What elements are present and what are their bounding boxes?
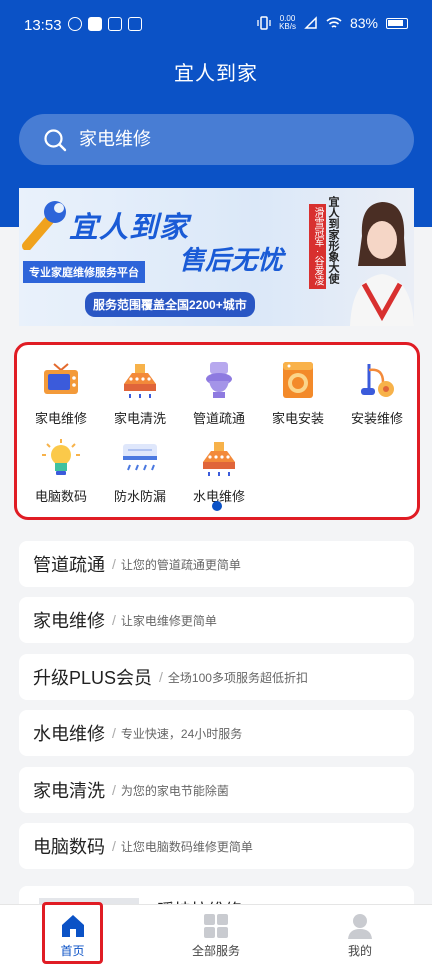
category-label: 防水防漏 [113,489,166,504]
service-name: 家电清洗 [33,781,105,801]
category-label: 家电安装 [271,411,324,426]
category-install-repair[interactable]: 安装维修 [338,360,416,427]
mail-icon [108,17,122,31]
separator: / [112,725,116,741]
tab-profile[interactable]: 我的 [330,905,390,964]
category-plumbing-electrical[interactable]: 水电维修 [180,438,258,505]
service-card[interactable]: 水电维修 / 专业快速，24小时服务 [19,710,414,756]
cellular-x-icon [304,16,317,29]
tab-all-services[interactable]: 全部服务 [176,905,256,964]
app-notification-icon [128,17,142,31]
category-pipe-unclog[interactable]: 管道疏通 [180,360,258,427]
search-icon [44,128,67,151]
washing-machine-icon [278,360,318,400]
banner-brand: 宜人到家 [69,212,190,244]
separator: / [159,669,163,685]
ambassador-photo [350,202,414,326]
service-name: 电脑数码 [33,837,105,857]
service-desc: 让家电维修更简单 [120,613,217,628]
tiktok-icon [88,17,102,31]
service-card[interactable]: 家电清洗 / 为您的家电节能除菌 [19,767,414,813]
service-desc: 让您的管道疏通更简单 [120,557,241,572]
service-card[interactable]: 升级PLUS会员 / 全场100多项服务超低折扣 [19,654,414,700]
page-indicator-dot[interactable] [212,501,222,511]
status-time: 13:53 [24,17,62,34]
banner-slogan: 售后无忧 [179,245,284,275]
banner-ambassador: 宜人到家形象大使 [327,196,339,284]
banner-coverage: 服务范围覆盖全国2200+城市 [85,292,255,317]
separator: / [112,612,116,628]
service-name: 管道疏通 [33,555,105,575]
range-hood-icon [199,438,239,478]
category-appliance-install[interactable]: 家电安装 [259,360,337,427]
service-card[interactable]: 家电维修 / 让家电维修更简单 [19,597,414,643]
service-name: 家电维修 [33,611,105,631]
separator: / [112,838,116,854]
tv-icon [41,360,81,400]
category-label: 安装维修 [350,411,403,426]
service-name: 水电维修 [33,724,105,744]
category-computer-digital[interactable]: 电脑数码 [22,438,100,505]
search-bar[interactable] [19,114,414,165]
category-panel: 家电维修 家电清洗 管道疏通 家电安装 安装维修 电脑数码 防水防漏 水电维修 [14,342,420,520]
notification-icons [68,17,142,31]
home-icon [60,913,86,939]
battery-icon [386,17,408,29]
service-name: 升级PLUS会员 [33,668,153,688]
wrench-icon [22,201,66,250]
status-bar: 13:53 0.00 KB/s 83% [0,0,432,50]
category-appliance-cleaning[interactable]: 家电清洗 [101,360,179,427]
category-label: 家电清洗 [113,411,166,426]
search-input[interactable] [79,129,379,150]
grid-icon [203,913,229,939]
weibo-icon [68,17,82,31]
service-desc: 为您的家电节能除菌 [120,783,229,798]
page-title: 宜人到家 [174,63,258,85]
banner-tagline: 专业家庭维修服务平台 [23,261,145,283]
range-hood-icon [120,360,160,400]
category-waterproof[interactable]: 防水防漏 [101,438,179,505]
service-desc: 让您电脑数码维修更简单 [120,839,253,854]
separator: / [112,782,116,798]
vacuum-icon [357,360,397,400]
toilet-icon [199,360,239,400]
service-desc: 全场100多项服务超低折扣 [167,670,308,685]
category-label: 家电维修 [34,411,87,426]
category-label: 电脑数码 [34,489,87,504]
separator: / [112,556,116,572]
lightbulb-icon [41,438,81,478]
net-speed: 0.00 KB/s [279,15,296,31]
tab-label: 首页 [60,944,85,958]
service-desc: 专业快速，24小时服务 [120,726,243,741]
service-card[interactable]: 电脑数码 / 让您电脑数码维修更简单 [19,823,414,869]
vibrate-icon [257,16,271,30]
service-card[interactable]: 管道疏通 / 让您的管道疏通更简单 [19,541,414,587]
promo-banner[interactable]: 宜人到家 售后无忧 专业家庭维修服务平台 服务范围覆盖全国2200+城市 滑雪冠… [19,188,414,326]
status-right: 0.00 KB/s 83% [257,15,408,31]
net-speed-unit: KB/s [279,22,296,31]
tab-label: 我的 [347,944,372,958]
bottom-tab-bar: 首页 全部服务 我的 [0,904,432,964]
battery-percent: 83% [349,15,378,31]
user-icon [347,913,373,939]
tab-home[interactable]: 首页 [42,905,103,964]
wifi-icon [326,17,342,28]
category-label: 管道疏通 [192,411,245,426]
banner-honor: 滑雪冠军 · 谷爱凌 [309,204,326,289]
category-appliance-repair[interactable]: 家电维修 [22,360,100,427]
air-conditioner-icon [120,438,160,478]
tab-label: 全部服务 [191,944,240,958]
